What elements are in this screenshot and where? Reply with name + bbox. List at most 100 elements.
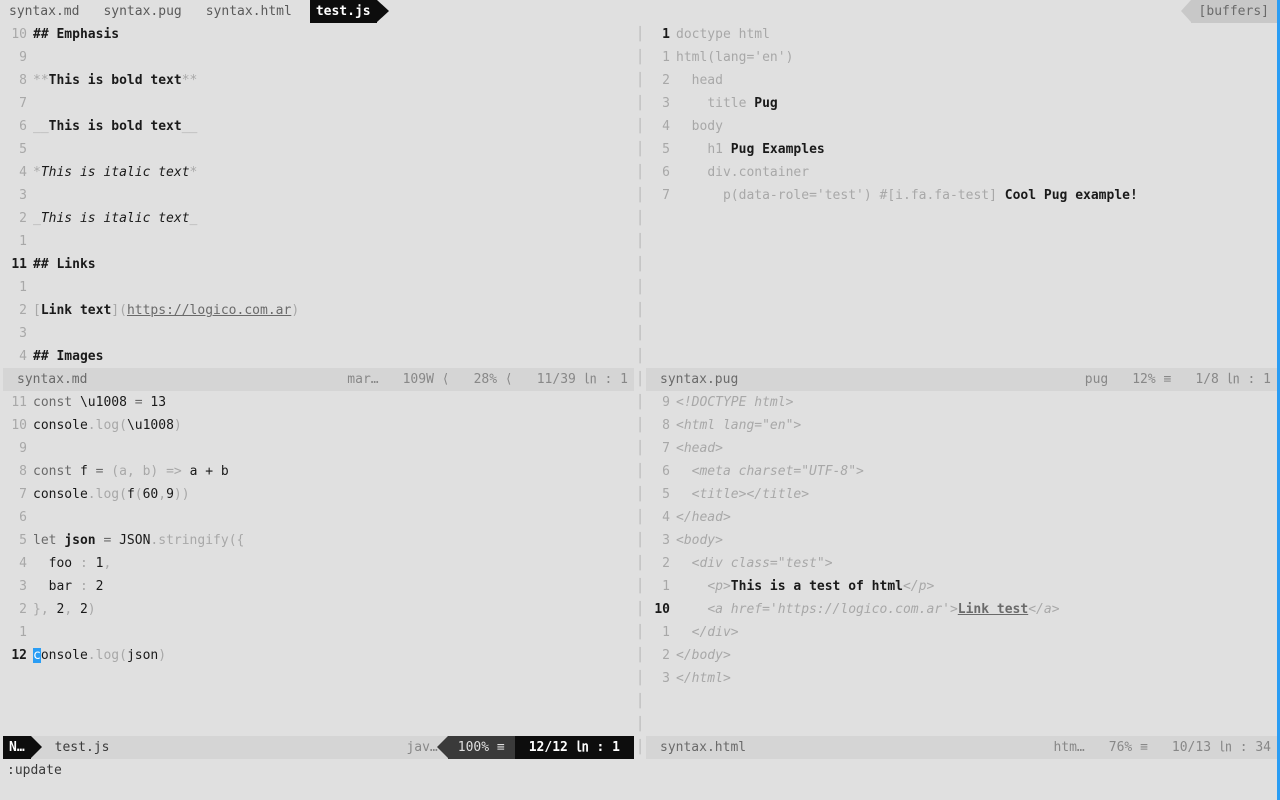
code-line[interactable] [646, 207, 1277, 230]
status-percent: 12% ≡ [1132, 368, 1171, 391]
vertical-split[interactable]: ││││││││││││││││ [634, 23, 646, 391]
status-filename: syntax.html [660, 736, 746, 759]
pane-pug[interactable]: 1doctype html1html(lang='en')2 head3 tit… [646, 23, 1277, 391]
code-line[interactable]: 2 <div class="test"> [646, 552, 1277, 575]
code-line[interactable]: 4</head> [646, 506, 1277, 529]
code-line[interactable]: 3</html> [646, 667, 1277, 690]
status-pug: syntax.pug pug 12% ≡ 1/8 ㏑ : 1 [646, 368, 1277, 391]
code-line[interactable]: 3<body> [646, 529, 1277, 552]
status-js-active: N… test.js jav… 100% ≡ 12/12 ㏑ : 1 [3, 736, 634, 759]
code-line[interactable]: 7<head> [646, 437, 1277, 460]
status-percent: 28% ⟨ [474, 368, 513, 391]
buffers-button[interactable]: [buffers] [1191, 0, 1277, 23]
code-line[interactable]: 5 [3, 138, 634, 161]
tab-syntax-html[interactable]: syntax.html [200, 0, 298, 23]
line-number: 5 [3, 138, 33, 161]
line-number: 4 [646, 115, 676, 138]
code-line[interactable]: 1 </div> [646, 621, 1277, 644]
code-line[interactable]: 1 [3, 230, 634, 253]
code-line[interactable]: 7 [3, 92, 634, 115]
line-number: 2 [3, 598, 33, 621]
code-line[interactable] [3, 690, 634, 713]
line-number: 12 [3, 644, 33, 667]
code-line[interactable] [3, 713, 634, 736]
tab-test-js[interactable]: test.js [310, 0, 377, 23]
code-line[interactable]: 9 [3, 437, 634, 460]
code-line[interactable]: 5 <title></title> [646, 483, 1277, 506]
code-line[interactable] [646, 345, 1277, 368]
status-position: 10/13 ㏑ : 34 [1172, 736, 1271, 759]
code-line[interactable]: 6 [3, 506, 634, 529]
status-filetype: mar… [347, 368, 378, 391]
code-line[interactable]: 1 [3, 621, 634, 644]
code-line[interactable]: 2}, 2, 2) [3, 598, 634, 621]
code-line[interactable]: 7 p(data-role='test') #[i.fa.fa-test] Co… [646, 184, 1277, 207]
command-line[interactable]: :update [3, 759, 1277, 777]
code-line[interactable]: 1html(lang='en') [646, 46, 1277, 69]
code-line[interactable] [646, 713, 1277, 736]
line-number: 3 [646, 529, 676, 552]
line-number: 1 [646, 575, 676, 598]
code-line[interactable]: 3 bar : 2 [3, 575, 634, 598]
editor-pug[interactable]: 1doctype html1html(lang='en')2 head3 tit… [646, 23, 1277, 368]
code-line[interactable]: 5 h1 Pug Examples [646, 138, 1277, 161]
editor-js[interactable]: 11const \u1008 = 1310console.log(\u1008)… [3, 391, 634, 736]
line-number: 10 [3, 23, 33, 46]
pane-js[interactable]: 11const \u1008 = 1310console.log(\u1008)… [3, 391, 634, 759]
code-line[interactable]: 9 [3, 46, 634, 69]
line-number: 4 [646, 506, 676, 529]
line-number: 1 [646, 46, 676, 69]
code-line[interactable]: 1doctype html [646, 23, 1277, 46]
code-line[interactable]: 12console.log(json) [3, 644, 634, 667]
code-line[interactable]: 2</body> [646, 644, 1277, 667]
code-line[interactable]: 4 foo : 1, [3, 552, 634, 575]
tab-syntax-pug[interactable]: syntax.pug [97, 0, 187, 23]
code-line[interactable]: 2[Link text](https://logico.com.ar) [3, 299, 634, 322]
line-number: 11 [3, 391, 33, 414]
line-number: 5 [646, 138, 676, 161]
code-line[interactable]: 10console.log(\u1008) [3, 414, 634, 437]
editor-html[interactable]: 9<!DOCTYPE html>8<html lang="en">7<head>… [646, 391, 1277, 736]
tab-bar: syntax.md syntax.pug syntax.html test.js… [3, 0, 1277, 23]
code-line[interactable]: 4*This is italic text* [3, 161, 634, 184]
code-line[interactable]: 5let json = JSON.stringify({ [3, 529, 634, 552]
code-line[interactable]: 3 [3, 322, 634, 345]
code-line[interactable] [646, 230, 1277, 253]
code-line[interactable] [3, 667, 634, 690]
editor-markdown[interactable]: 10## Emphasis98**This is bold text**76__… [3, 23, 634, 368]
code-line[interactable]: 11const \u1008 = 13 [3, 391, 634, 414]
code-line[interactable] [646, 690, 1277, 713]
code-line[interactable]: 1 [3, 276, 634, 299]
code-line[interactable]: 10 <a href='https://logico.com.ar'>Link … [646, 598, 1277, 621]
code-line[interactable]: 8const f = (a, b) => a + b [3, 460, 634, 483]
code-line[interactable]: 10## Emphasis [3, 23, 634, 46]
pane-html[interactable]: 9<!DOCTYPE html>8<html lang="en">7<head>… [646, 391, 1277, 759]
line-number: 11 [3, 253, 33, 276]
code-line[interactable] [646, 276, 1277, 299]
code-line[interactable] [646, 322, 1277, 345]
code-line[interactable]: 7console.log(f(60,9)) [3, 483, 634, 506]
code-line[interactable]: 2 head [646, 69, 1277, 92]
line-number: 9 [3, 437, 33, 460]
code-line[interactable] [646, 253, 1277, 276]
code-line[interactable]: 6 div.container [646, 161, 1277, 184]
code-line[interactable]: 8<html lang="en"> [646, 414, 1277, 437]
code-line[interactable]: 6 <meta charset="UTF-8"> [646, 460, 1277, 483]
vertical-split[interactable]: ││││││││││││││││ [634, 391, 646, 759]
code-line[interactable]: 4 body [646, 115, 1277, 138]
code-line[interactable]: 3 [3, 184, 634, 207]
code-line[interactable]: 2_This is italic text_ [3, 207, 634, 230]
status-filename: syntax.pug [660, 368, 738, 391]
code-line[interactable]: 9<!DOCTYPE html> [646, 391, 1277, 414]
mode-indicator: N… [3, 736, 31, 759]
pane-markdown[interactable]: 10## Emphasis98**This is bold text**76__… [3, 23, 634, 391]
code-line[interactable]: 3 title Pug [646, 92, 1277, 115]
code-line[interactable]: 6__This is bold text__ [3, 115, 634, 138]
code-line[interactable]: 8**This is bold text** [3, 69, 634, 92]
tab-syntax-md[interactable]: syntax.md [3, 0, 85, 23]
code-line[interactable]: 4## Images [3, 345, 634, 368]
code-line[interactable]: 1 <p>This is a test of html</p> [646, 575, 1277, 598]
code-line[interactable] [646, 299, 1277, 322]
code-line[interactable]: 11## Links [3, 253, 634, 276]
line-number: 1 [3, 230, 33, 253]
